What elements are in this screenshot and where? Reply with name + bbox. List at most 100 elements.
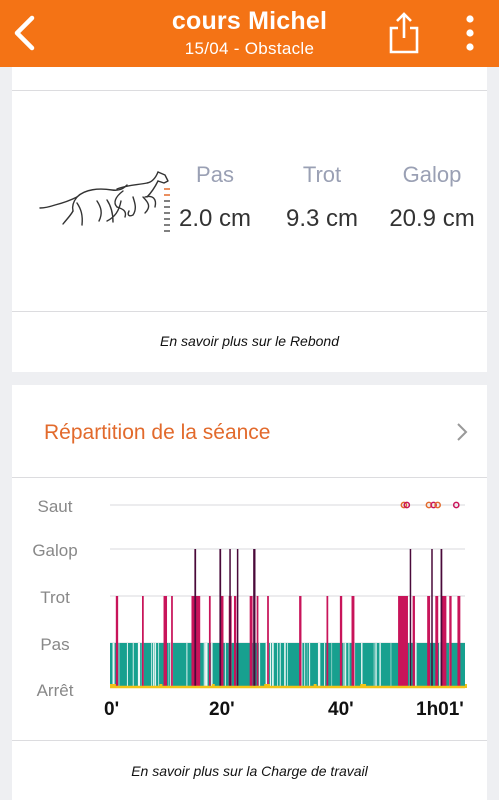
galop-segment — [431, 549, 433, 688]
pas-gap — [348, 643, 350, 688]
pas-gap — [112, 643, 115, 688]
arret-segment — [211, 684, 215, 688]
gait-value: 9.3 cm — [285, 205, 359, 232]
pas-gap — [304, 643, 306, 688]
y-label-pas: Pas — [40, 635, 70, 654]
divider — [12, 477, 487, 478]
pas-gap — [439, 643, 441, 688]
repartition-card: Répartition de la séance Saut Galop Trot… — [12, 385, 487, 800]
arret-segment — [264, 684, 271, 688]
pas-gap — [150, 643, 152, 688]
app-header: cours Michel 15/04 - Obstacle — [0, 0, 499, 67]
charge-info-link[interactable]: En savoir plus sur la Charge de travail — [12, 763, 487, 779]
trot-segment — [233, 596, 237, 688]
horse-gallop-icon — [39, 171, 170, 232]
pas-gap — [210, 643, 213, 688]
galop-segment — [409, 549, 412, 688]
pas-gap — [414, 643, 417, 688]
galop-segment — [229, 549, 231, 688]
arret-segment — [110, 684, 116, 688]
page-title: cours Michel — [171, 7, 328, 35]
pas-gap — [126, 643, 128, 688]
x-tick-label: 40' — [328, 699, 354, 720]
gait-value: 2.0 cm — [178, 205, 252, 232]
trot-segment — [457, 596, 461, 688]
pas-gap — [154, 643, 157, 688]
galop-segment — [253, 549, 256, 688]
rebond-card: Pas 2.0 cm Trot 9.3 cm Galop 20.9 cm En … — [12, 67, 487, 372]
pas-gap — [390, 643, 392, 688]
trot-segment — [171, 596, 173, 688]
y-label-trot: Trot — [40, 588, 70, 607]
pas-gap — [277, 643, 278, 688]
rebond-info-link[interactable]: En savoir plus sur le Rebond — [12, 333, 487, 349]
activity-timeline-chart — [110, 501, 467, 689]
divider — [12, 740, 487, 741]
pas-gap — [132, 643, 134, 688]
pas-gap — [286, 643, 288, 688]
trot-segment — [449, 596, 452, 688]
rebond-galop: Galop 20.9 cm — [377, 162, 487, 233]
galop-segment — [440, 549, 443, 688]
arret-segment — [360, 684, 367, 688]
trot-segment — [326, 596, 329, 688]
trot-segment — [208, 596, 211, 688]
arret-segment — [313, 684, 317, 688]
trot-segment — [256, 596, 259, 688]
share-icon[interactable] — [386, 11, 422, 55]
pas-gap — [204, 643, 207, 688]
pas-gap — [224, 643, 226, 688]
pas-gap — [373, 643, 375, 688]
trot-segment — [435, 596, 439, 688]
y-label-galop: Galop — [32, 541, 78, 560]
y-label-saut: Saut — [37, 497, 73, 516]
pas-gap — [379, 643, 381, 688]
chevron-right-icon[interactable] — [455, 421, 469, 443]
pas-gap — [271, 643, 274, 688]
x-tick-label: 0' — [104, 699, 120, 720]
pas-gap — [284, 643, 286, 688]
pas-gap — [258, 643, 261, 688]
galop-segment — [219, 549, 222, 688]
trot-segment — [398, 596, 408, 688]
gait-label: Trot — [302, 162, 342, 187]
pas-gap — [344, 643, 347, 688]
pas-gap — [118, 643, 120, 688]
pas-gap — [308, 643, 311, 688]
divider — [12, 90, 487, 91]
gait-label: Pas — [196, 162, 234, 187]
pas-gap — [375, 643, 377, 688]
rebond-trot: Trot 9.3 cm — [272, 162, 372, 233]
trot-segment — [267, 596, 269, 688]
trot-segment — [351, 596, 355, 688]
galop-segment — [236, 549, 239, 688]
x-tick-label: 20' — [209, 699, 235, 720]
trot-segment — [441, 596, 447, 688]
pas-gap — [203, 643, 205, 688]
page-subtitle: 15/04 - Obstacle — [184, 39, 315, 58]
trot-segment — [249, 596, 253, 688]
rebond-pas: Pas 2.0 cm — [165, 162, 265, 233]
trot-segment — [163, 596, 168, 688]
pas-gap — [270, 643, 272, 688]
trot-segment — [412, 596, 415, 688]
trot-segment — [339, 596, 343, 688]
pas-gap — [279, 643, 281, 688]
pas-gap — [318, 643, 320, 688]
pas-gap — [152, 643, 154, 688]
trot-segment — [299, 596, 302, 688]
trot-segment — [115, 596, 119, 688]
x-tick-label: 1h01' — [416, 699, 464, 720]
galop-segment — [194, 549, 197, 688]
more-options-icon[interactable] — [460, 14, 480, 52]
arret-segment — [465, 684, 467, 688]
arret-segment — [159, 684, 163, 688]
trot-segment — [142, 596, 144, 688]
divider — [12, 311, 487, 312]
gait-value: 20.9 cm — [389, 205, 475, 232]
pas-gap — [361, 643, 363, 688]
gait-label: Galop — [402, 162, 462, 187]
pas-gap — [343, 643, 344, 688]
pas-gap — [331, 643, 333, 688]
section-title[interactable]: Répartition de la séance — [44, 421, 270, 445]
